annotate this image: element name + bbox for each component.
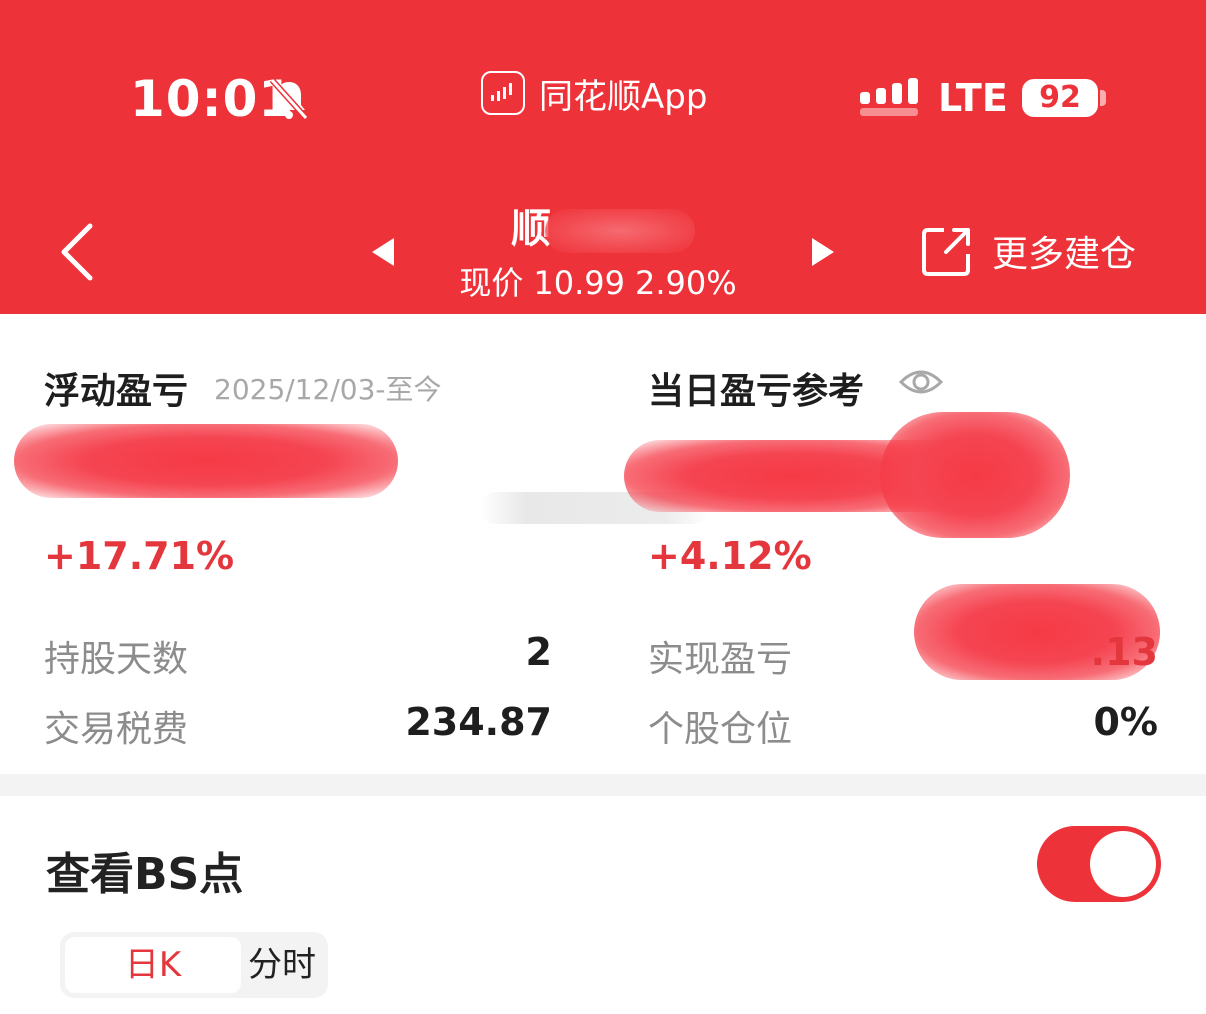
stock-name: 顺	[453, 196, 753, 254]
floating-pnl-redacted	[14, 424, 398, 498]
price-change: 2.90%	[634, 264, 737, 302]
tab-intraday[interactable]: 分时	[241, 937, 323, 993]
price-label: 现价	[459, 264, 524, 302]
fees-label: 交易税费	[44, 709, 189, 750]
battery-tip	[1100, 90, 1106, 106]
signal-icon	[860, 78, 918, 116]
prev-stock-icon[interactable]	[370, 236, 396, 268]
battery-icon: 92	[1022, 79, 1098, 117]
more-positions-button[interactable]: 更多建仓	[920, 224, 1136, 278]
toggle-knob	[1090, 831, 1156, 897]
tab-daily-k[interactable]: 日K	[65, 937, 241, 993]
price-line: 现价 10.99 2.90%	[420, 258, 786, 304]
next-stock-icon[interactable]	[810, 236, 836, 268]
redaction-mark	[545, 209, 695, 253]
daily-pnl-redacted-2	[880, 412, 1070, 538]
current-price: 10.99	[533, 264, 625, 302]
external-link-icon	[922, 228, 970, 276]
floating-pnl-pct: +17.71%	[44, 534, 235, 578]
status-app: 同花顺App	[481, 70, 708, 117]
realized-pnl-value: .13	[1090, 630, 1158, 674]
bell-muted-icon	[269, 77, 309, 121]
holding-days-label: 持股天数	[44, 639, 189, 680]
position-value: 0%	[1093, 700, 1158, 744]
header-bar: 10:01 同花顺App LTE 92 顺 现价 10.99 2.90% 更多建…	[0, 0, 1206, 314]
daily-pnl-pct: +4.12%	[648, 534, 812, 578]
floating-pnl-label: 浮动盈亏	[44, 371, 189, 412]
bs-points-toggle[interactable]	[1037, 826, 1161, 902]
eye-icon[interactable]	[898, 364, 944, 400]
position-label: 个股仓位	[648, 709, 793, 750]
holding-days-value: 2	[525, 630, 552, 674]
realized-pnl-label: 实现盈亏	[648, 639, 793, 680]
fees-value: 234.87	[405, 700, 552, 744]
status-network: LTE	[938, 76, 1008, 120]
floating-pnl-period: 2025/12/03-至今	[214, 373, 442, 406]
status-app-name: 同花顺App	[539, 76, 708, 117]
bs-points-title: 查看BS点	[46, 849, 244, 900]
section-divider	[0, 774, 1206, 796]
back-icon[interactable]	[56, 222, 100, 282]
daily-pnl-label: 当日盈亏参考	[648, 371, 865, 412]
chart-period-tabs: 日K 分时	[60, 932, 328, 998]
more-positions-label: 更多建仓	[992, 234, 1137, 275]
app-logo-icon	[481, 71, 525, 115]
